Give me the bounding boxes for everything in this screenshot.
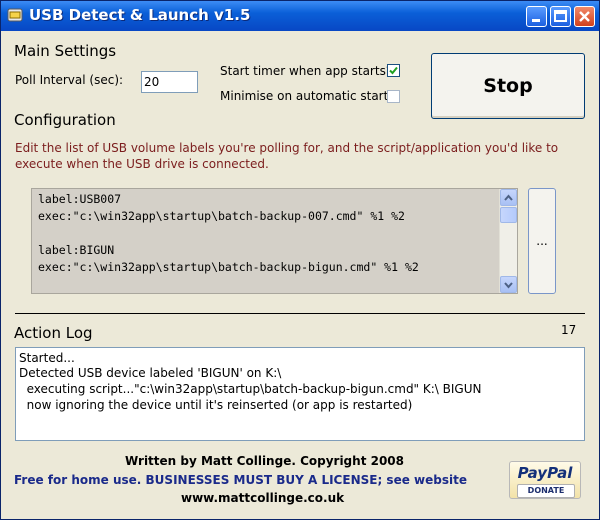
paypal-donate-button[interactable]: PayPal DONATE [509, 461, 581, 499]
log-line: Started... [19, 351, 75, 365]
minimize-button[interactable] [526, 6, 547, 27]
minimise-label: Minimise on automatic start? [220, 89, 395, 103]
paypal-logo: PayPal [517, 464, 573, 482]
chevron-down-icon [504, 282, 513, 289]
scroll-up-button[interactable] [500, 189, 517, 206]
chevron-up-icon [504, 194, 513, 201]
main-settings-heading: Main Settings [14, 42, 117, 60]
minimise-checkbox[interactable] [387, 90, 400, 103]
scroll-thumb[interactable] [500, 207, 517, 223]
configuration-heading: Configuration [14, 111, 116, 129]
title-bar[interactable]: USB Detect & Launch v1.5 [1, 1, 599, 31]
maximize-icon [554, 10, 567, 22]
action-log-heading: Action Log [14, 324, 93, 342]
usb-app-icon [7, 7, 23, 23]
credit-text: Written by Matt Collinge. Copyright 2008 [125, 454, 405, 468]
action-log-textarea[interactable]: Started... Detected USB device labeled '… [15, 347, 585, 441]
configuration-textarea[interactable]: label:USB007 exec:"c:\win32app\startup\b… [31, 188, 518, 294]
log-line: now ignoring the device until it's reins… [19, 398, 413, 412]
website-link[interactable]: www.mattcollinge.co.uk [181, 491, 344, 505]
action-log-count: 17 [561, 323, 577, 337]
log-line: executing script..."c:\win32app\startup\… [19, 382, 482, 396]
minimize-icon [532, 19, 540, 22]
app-window: USB Detect & Launch v1.5 Main Settings P… [0, 0, 600, 520]
configuration-scrollbar[interactable] [499, 189, 517, 293]
section-divider [15, 313, 585, 314]
poll-interval-input[interactable] [141, 71, 198, 93]
donate-label: DONATE [517, 484, 575, 498]
configuration-description: Edit the list of USB volume labels you'r… [15, 141, 559, 171]
start-timer-checkbox[interactable] [387, 64, 400, 77]
window-title: USB Detect & Launch v1.5 [29, 6, 251, 24]
log-line: Detected USB device labeled 'BIGUN' on K… [19, 366, 282, 380]
start-timer-label: Start timer when app starts? [220, 64, 393, 78]
maximize-button[interactable] [550, 6, 571, 27]
stop-button[interactable]: Stop [431, 53, 585, 119]
scroll-down-button[interactable] [500, 276, 517, 293]
license-text: Free for home use. BUSINESSES MUST BUY A… [14, 473, 467, 487]
close-button[interactable] [574, 6, 595, 27]
checkmark-icon [389, 66, 398, 75]
close-icon [579, 11, 590, 22]
browse-button[interactable]: ... [528, 188, 556, 294]
poll-interval-label: Poll Interval (sec): [15, 73, 124, 87]
configuration-text: label:USB007 exec:"c:\win32app\startup\b… [38, 192, 419, 274]
